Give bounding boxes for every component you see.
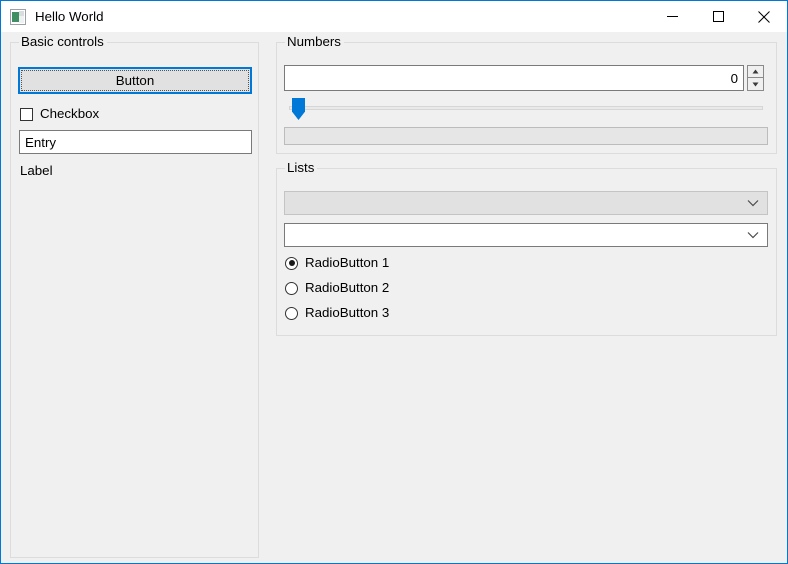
combo-box-readonly[interactable] [284, 191, 768, 215]
slider[interactable] [284, 98, 768, 120]
title-bar: Hello World [1, 1, 787, 32]
window-title: Hello World [35, 8, 104, 24]
close-button[interactable] [741, 1, 787, 32]
radio-button-2[interactable]: RadioButton 2 [285, 279, 389, 297]
radio-button-2-indicator[interactable] [285, 281, 298, 295]
triangle-up-icon [752, 69, 759, 74]
client-area: Basic controls Button Checkbox Label Num… [1, 32, 787, 563]
radio-button-3-indicator[interactable] [285, 306, 298, 320]
close-icon [758, 10, 770, 23]
checkbox[interactable]: Checkbox [20, 105, 99, 123]
app-window-icon [10, 8, 26, 25]
slider-track [289, 106, 763, 110]
group-numbers: Numbers [276, 35, 777, 154]
checkbox-box[interactable] [20, 107, 33, 121]
combo-box-editable[interactable] [284, 223, 768, 247]
group-basic-controls: Basic controls Button Checkbox Label [10, 35, 259, 558]
radio-button-1-label: RadioButton 1 [305, 255, 390, 271]
spin-box [284, 65, 764, 91]
group-lists: Lists RadioButton 1 RadioButton 2 RadioB… [276, 161, 777, 336]
button[interactable]: Button [18, 67, 252, 94]
group-lists-label: Lists [285, 161, 318, 174]
static-label: Label [20, 163, 53, 178]
button-label: Button [115, 73, 155, 88]
minimize-icon [666, 16, 678, 17]
entry-input[interactable] [19, 130, 252, 154]
radio-button-2-label: RadioButton 2 [305, 280, 390, 296]
maximize-icon [712, 11, 724, 22]
spin-box-buttons [747, 65, 764, 91]
spin-down-button[interactable] [747, 78, 764, 91]
checkbox-label: Checkbox [40, 106, 100, 122]
spin-up-button[interactable] [747, 65, 764, 78]
radio-button-3-label: RadioButton 3 [305, 305, 390, 321]
minimize-button[interactable] [649, 1, 695, 32]
maximize-button[interactable] [695, 1, 741, 32]
application-window: Hello World Basic controls Button Checkb… [0, 0, 788, 564]
chevron-down-icon [747, 200, 759, 207]
window-controls [649, 1, 787, 32]
chevron-down-icon [747, 232, 759, 239]
triangle-down-icon [752, 82, 759, 86]
radio-button-1[interactable]: RadioButton 1 [285, 254, 389, 272]
spin-box-input[interactable] [284, 65, 744, 91]
radio-button-3[interactable]: RadioButton 3 [285, 304, 389, 322]
group-numbers-label: Numbers [285, 35, 344, 48]
progress-bar [284, 127, 768, 145]
slider-thumb[interactable] [292, 98, 305, 120]
group-basic-controls-label: Basic controls [19, 35, 107, 48]
radio-button-1-indicator[interactable] [285, 256, 298, 270]
